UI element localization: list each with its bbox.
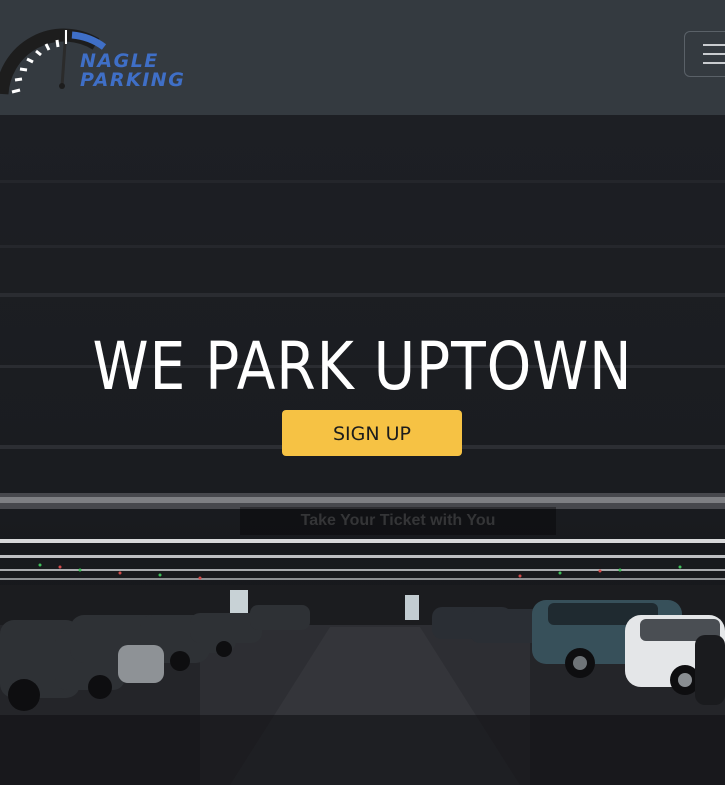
hamburger-icon: [703, 44, 725, 71]
ticket-notice: Take Your Ticket with You: [240, 507, 556, 535]
brand-logo-link[interactable]: NAGLE PARKING: [0, 22, 230, 102]
menu-toggle-button[interactable]: [684, 31, 725, 77]
hero-headline: WE PARK UPTOWN: [92, 328, 633, 406]
hero-section: WE PARK UPTOWN SIGN UP Take Your Ticket …: [0, 115, 725, 785]
sign-up-button[interactable]: SIGN UP: [282, 410, 462, 456]
brand-name: NAGLE PARKING: [80, 52, 185, 90]
top-navbar: NAGLE PARKING: [0, 0, 725, 115]
brand-name-line2: PARKING: [80, 69, 186, 91]
